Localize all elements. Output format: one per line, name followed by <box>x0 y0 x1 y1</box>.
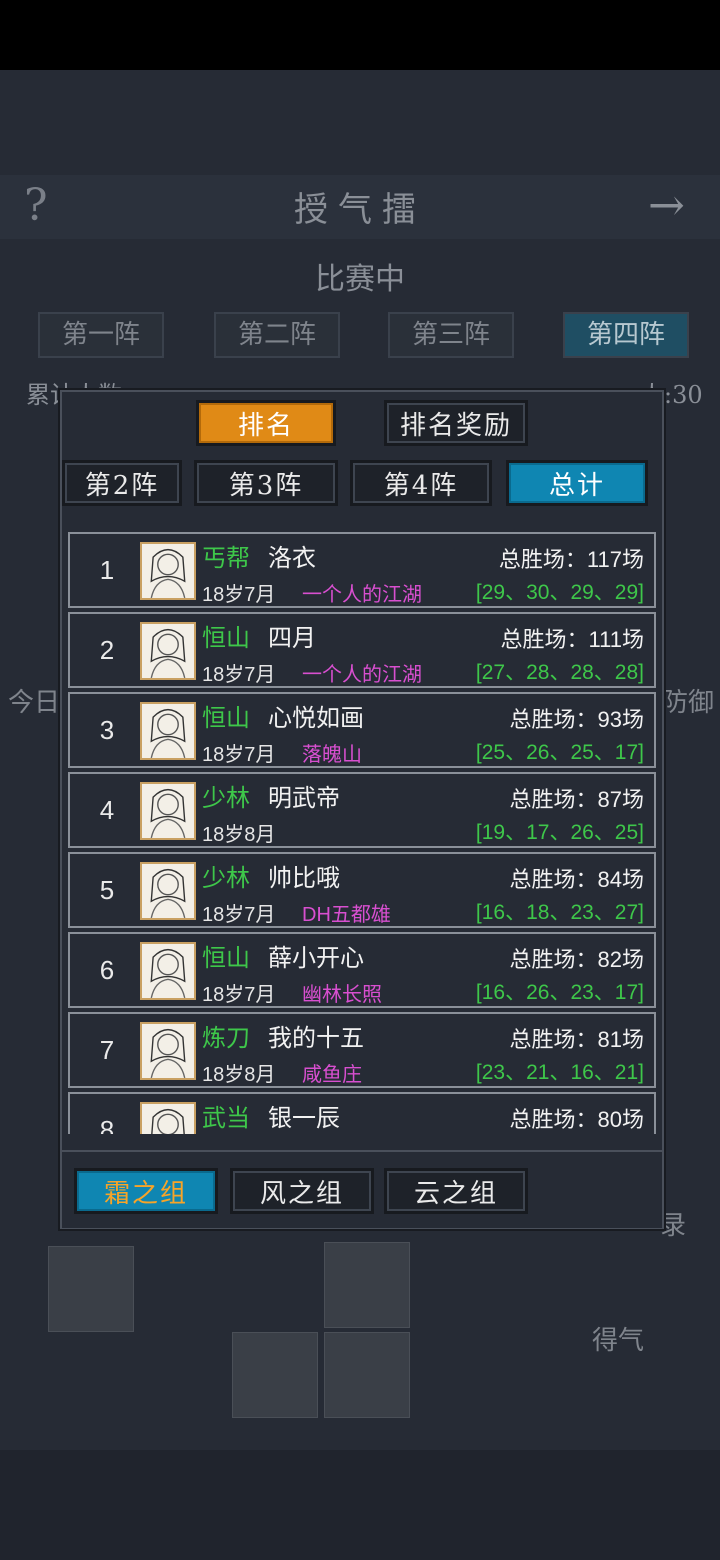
tab-frost-group[interactable]: 霜之组 <box>74 1168 218 1214</box>
status-bar <box>0 0 720 70</box>
ranking-row[interactable]: 7 炼刀 我的十五 18岁8月 咸鱼庄 总胜场：81场 [23、21、16、21] <box>68 1012 656 1088</box>
player-age: 18岁8月 <box>202 824 276 846</box>
bg-tab-3[interactable]: 第三阵 <box>388 312 514 358</box>
total-wins: 总胜场：80场 <box>509 1107 644 1132</box>
sect-name: 少林 <box>202 865 250 892</box>
player-age: 18岁7月 <box>202 584 276 606</box>
tab-ranking[interactable]: 排名 <box>196 400 336 446</box>
total-wins: 总胜场：84场 <box>509 867 644 892</box>
player-age: 18岁7月 <box>202 664 276 686</box>
bg-portrait <box>232 1332 318 1418</box>
round-wins: [16、26、23、17] <box>475 981 644 1004</box>
bg-portrait <box>48 1246 134 1332</box>
guild-name: DH五都雄 <box>302 904 391 926</box>
sect-name: 恒山 <box>202 705 250 732</box>
player-name: 银一辰 <box>268 1105 340 1132</box>
bg-portrait <box>324 1332 410 1418</box>
tab-cloud-group[interactable]: 云之组 <box>384 1168 528 1214</box>
bg-portrait <box>324 1242 410 1328</box>
player-avatar[interactable] <box>140 1102 196 1134</box>
bg-side-right: 防御 <box>662 688 715 718</box>
player-name: 我的十五 <box>268 1025 364 1052</box>
guild-name: 幽林长照 <box>302 984 382 1006</box>
sect-name: 炼刀 <box>202 1025 250 1052</box>
ranking-row[interactable]: 5 少林 帅比哦 18岁7月 DH五都雄 总胜场：84场 [16、18、23、27] <box>68 852 656 928</box>
ranking-dialog: 排名 排名奖励 第2阵 第3阵 第4阵 总计 1 丐帮 洛衣 18岁7月 一个人的江湖总… <box>60 390 664 1229</box>
bg-tab-1[interactable]: 第一阵 <box>38 312 164 358</box>
player-name: 四月 <box>268 625 316 652</box>
total-wins: 总胜场：81场 <box>509 1027 644 1052</box>
sect-name: 恒山 <box>202 945 250 972</box>
rank-number: 7 <box>99 1035 115 1065</box>
round-wins: [27、28、28、28] <box>475 661 644 684</box>
rank-number: 1 <box>99 555 115 585</box>
player-name: 薛小开心 <box>268 945 364 972</box>
bottom-bar <box>0 1450 720 1560</box>
tab-round-2[interactable]: 第2阵 <box>62 460 182 506</box>
rank-number: 6 <box>99 955 115 985</box>
rank-number: 3 <box>99 715 115 745</box>
player-age: 18岁7月 <box>202 984 276 1006</box>
player-name: 帅比哦 <box>268 865 340 892</box>
total-wins: 总胜场：111场 <box>500 627 644 652</box>
tab-round-3[interactable]: 第3阵 <box>194 460 338 506</box>
ranking-row[interactable]: 2 恒山 四月 18岁7月 一个人的江湖 总胜场：111场 [27、28、28、28] <box>68 612 656 688</box>
player-avatar[interactable] <box>140 622 196 680</box>
player-age: 18岁7月 <box>202 744 276 766</box>
player-age: 18岁8月 <box>202 1064 276 1086</box>
player-avatar[interactable] <box>140 862 196 920</box>
round-wins: [19、17、26、25] <box>475 821 644 844</box>
ranking-list[interactable]: 1 丐帮 洛衣 18岁7月 一个人的江湖 总胜场：117场 [29、30、29、29] 2 恒山… <box>68 532 658 1134</box>
page-title: 授气擂 <box>294 190 426 230</box>
player-name: 洛衣 <box>268 545 316 572</box>
bg-tab-2[interactable]: 第二阵 <box>214 312 340 358</box>
ranking-row[interactable]: 6 恒山 薛小开心 18岁7月 幽林长照 总胜场：82场 [16、26、23、17] <box>68 932 656 1008</box>
rank-number: 2 <box>99 635 115 665</box>
rank-number: 8 <box>99 1115 115 1134</box>
player-avatar[interactable] <box>140 782 196 840</box>
tab-wind-group[interactable]: 风之组 <box>230 1168 374 1214</box>
total-wins: 总胜场：93场 <box>509 707 644 732</box>
match-status: 比赛中 <box>315 262 405 297</box>
tab-round-4[interactable]: 第4阵 <box>350 460 492 506</box>
ranking-row[interactable]: 3 恒山 心悦如画 18岁7月 落魄山 总胜场：93场 [25、26、25、17] <box>68 692 656 768</box>
player-avatar[interactable] <box>140 1022 196 1080</box>
tab-total[interactable]: 总计 <box>506 460 648 506</box>
rank-number: 5 <box>99 875 115 905</box>
guild-name: 一个人的江湖 <box>302 584 422 606</box>
bg-side-left: 今日 <box>8 688 61 718</box>
sect-name: 丐帮 <box>202 545 250 572</box>
total-wins: 总胜场：82场 <box>509 947 644 972</box>
round-wins: [23、21、16、21] <box>475 1061 644 1084</box>
guild-name: 落魄山 <box>302 744 362 766</box>
sect-name: 恒山 <box>202 625 250 652</box>
sect-name: 少林 <box>202 785 250 812</box>
guild-name: 咸鱼庄 <box>302 1064 362 1086</box>
bg-side-qi: 得气 <box>592 1326 645 1356</box>
ranking-row[interactable]: 4 少林 明武帝 18岁8月 总胜场：87场 [19、17、26、25] <box>68 772 656 848</box>
total-wins: 总胜场：117场 <box>498 547 644 572</box>
ranking-row[interactable]: 1 丐帮 洛衣 18岁7月 一个人的江湖 总胜场：117场 [29、30、29、29] <box>68 532 656 608</box>
rank-number: 4 <box>99 795 115 825</box>
player-name: 心悦如画 <box>268 705 364 732</box>
exit-arrow-icon[interactable]: → <box>648 180 685 231</box>
round-wins: [25、26、25、17] <box>475 741 644 764</box>
round-wins: [16、18、23、27] <box>475 901 644 924</box>
player-age: 18岁7月 <box>202 904 276 926</box>
player-avatar[interactable] <box>140 542 196 600</box>
player-name: 明武帝 <box>268 785 340 812</box>
round-wins: [29、30、29、29] <box>475 581 644 604</box>
ranking-row[interactable]: 8 武当 银一辰 总胜场：80场 <box>68 1092 656 1134</box>
group-tabs: 霜之组 风之组 云之组 <box>62 1150 662 1228</box>
sect-name: 武当 <box>202 1105 250 1132</box>
bg-tab-4[interactable]: 第四阵 <box>563 312 689 358</box>
player-avatar[interactable] <box>140 702 196 760</box>
guild-name: 一个人的江湖 <box>302 664 422 686</box>
total-wins: 总胜场：87场 <box>509 787 644 812</box>
tab-ranking-rewards[interactable]: 排名奖励 <box>384 400 528 446</box>
player-avatar[interactable] <box>140 942 196 1000</box>
